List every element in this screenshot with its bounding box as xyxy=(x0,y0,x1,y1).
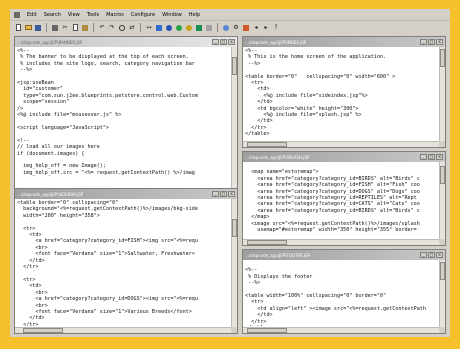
vertical-scrollbar[interactable] xyxy=(439,162,445,239)
window-title: ...\dispcode_app\JSP\FOOTER.JSP xyxy=(245,252,311,258)
window-title-bar[interactable]: ...\dispcode_app\JSP\BANNER.JSP _ □ × xyxy=(15,37,237,47)
menu-edit[interactable]: Edit xyxy=(27,12,37,18)
window-title: ...\dispcode_app\JSP\INDEX.JSP xyxy=(245,39,307,45)
menu-search[interactable]: Search xyxy=(44,12,61,18)
palette-icon[interactable] xyxy=(242,24,250,32)
horizontal-scrollbar[interactable] xyxy=(243,239,439,245)
code-line: </table> xyxy=(245,325,438,326)
index-jsp-window[interactable]: ...\dispcode_app\JSP\INDEX.JSP _ □ × <%-… xyxy=(242,36,446,148)
horizontal-scrollbar[interactable] xyxy=(243,327,439,333)
editor-application: Edit Search View Tools Macros Configure … xyxy=(10,9,450,337)
code-line: </tr> xyxy=(17,321,39,326)
window-title-bar[interactable]: ...\dispcode_app\JSP\INDEX.JSP _ □ × xyxy=(243,37,445,47)
horizontal-scrollbar[interactable] xyxy=(243,141,439,147)
next-icon[interactable]: ▸ xyxy=(262,24,270,32)
code-editor[interactable]: <%-- % The banner to be displayed at the… xyxy=(16,48,230,203)
previous-icon[interactable]: ◂ xyxy=(252,24,260,32)
maximize-icon[interactable]: □ xyxy=(220,191,227,197)
code-editor[interactable]: <table border="0" cellspacing="0" backgr… xyxy=(16,200,230,326)
sidebar-jsp-window[interactable]: ...\dispcode_app\JSP\SIDEBAR.JSP _ □ × <… xyxy=(14,188,238,334)
code-line: img_help_off.src = "<%= request.getConte… xyxy=(17,169,195,176)
banner-jsp-window[interactable]: ...\dispcode_app\JSP\BANNER.JSP _ □ × <%… xyxy=(14,36,238,211)
open-folder-icon[interactable] xyxy=(24,24,32,32)
config-icon[interactable]: ⚙ xyxy=(232,24,240,32)
save-icon[interactable] xyxy=(34,24,42,32)
maximize-icon[interactable]: □ xyxy=(428,39,435,45)
cut-icon[interactable]: ✂ xyxy=(61,24,69,32)
tool-icon[interactable] xyxy=(205,24,213,32)
debug-icon[interactable] xyxy=(185,24,193,32)
minimize-icon[interactable]: _ xyxy=(212,191,219,197)
browser-icon[interactable] xyxy=(222,24,230,32)
new-file-icon[interactable] xyxy=(14,24,22,32)
footer-jsp-window[interactable]: ...\dispcode_app\JSP\FOOTER.JSP _ □ × <%… xyxy=(242,249,446,334)
code-line: usemap="#estoremap" width="350" height="… xyxy=(245,227,417,234)
print-icon[interactable] xyxy=(51,24,59,32)
toolbar-separator xyxy=(46,23,47,32)
code-line: <area href="category?category_id=CATS" a… xyxy=(245,201,420,208)
run-icon[interactable] xyxy=(175,24,183,32)
window-title: ...\dispcode_app\JSP\BANNER.JSP xyxy=(17,39,83,45)
maximize-icon[interactable]: □ xyxy=(428,154,435,160)
vertical-scrollbar[interactable] xyxy=(439,47,445,141)
menu-view[interactable]: View xyxy=(68,12,80,18)
replace-icon[interactable]: ⇄ xyxy=(128,24,136,32)
minimize-icon[interactable]: _ xyxy=(212,39,219,45)
minimize-icon[interactable]: _ xyxy=(420,39,427,45)
menu-configure[interactable]: Configure xyxy=(131,12,155,18)
vertical-scrollbar[interactable] xyxy=(439,260,445,327)
build-icon[interactable] xyxy=(195,24,203,32)
close-icon[interactable]: × xyxy=(436,154,443,160)
bookmark-icon[interactable] xyxy=(155,24,163,32)
close-icon[interactable]: × xyxy=(436,252,443,258)
menu-macros[interactable]: Macros xyxy=(106,12,124,18)
goto-icon[interactable]: ↦ xyxy=(145,24,153,32)
toolbar-separator xyxy=(93,23,94,32)
toolbar: ✂ ↶ ↷ ⇄ ↦ ⚙ ◂ ▸ ? xyxy=(10,21,450,34)
minimize-icon[interactable]: _ xyxy=(420,252,427,258)
menu-window[interactable]: Window xyxy=(162,12,182,18)
compile-icon[interactable] xyxy=(165,24,173,32)
window-title-bar[interactable]: ...\dispcode_app\JSP\FOOTER.JSP _ □ × xyxy=(243,250,445,260)
code-line: <area href="category?category_id=FISH" a… xyxy=(245,182,420,189)
maximize-icon[interactable]: □ xyxy=(428,252,435,258)
copy-icon[interactable] xyxy=(71,24,79,32)
redo-icon[interactable]: ↷ xyxy=(108,24,116,32)
paste-icon[interactable] xyxy=(81,24,89,32)
code-line: <area href="category?category_id=BIRDS" … xyxy=(245,207,420,214)
window-title-bar[interactable]: ...\dispcode_app\JSP\SPLASH.JSP _ □ × xyxy=(243,152,445,162)
vertical-scrollbar[interactable] xyxy=(231,47,237,204)
help-icon[interactable]: ? xyxy=(272,24,280,32)
maximize-icon[interactable]: □ xyxy=(220,39,227,45)
code-editor[interactable]: <%-- % Displays the footer --%> <table w… xyxy=(244,261,438,326)
close-icon[interactable]: × xyxy=(228,191,235,197)
window-title: ...\dispcode_app\JSP\SPLASH.JSP xyxy=(245,154,310,160)
search-icon[interactable] xyxy=(118,24,126,32)
window-title-bar[interactable]: ...\dispcode_app\JSP\SIDEBAR.JSP _ □ × xyxy=(15,189,237,199)
menu-help[interactable]: Help xyxy=(189,12,200,18)
toolbar-separator xyxy=(140,23,141,32)
toolbar-separator xyxy=(217,23,218,32)
code-editor[interactable]: <map name="estoremap"> <area href="categ… xyxy=(244,163,438,238)
undo-icon[interactable]: ↶ xyxy=(98,24,106,32)
window-title: ...\dispcode_app\JSP\SIDEBAR.JSP xyxy=(17,191,84,197)
code-line: </table> xyxy=(245,131,270,138)
yellow-photo-frame: Edit Search View Tools Macros Configure … xyxy=(0,0,460,349)
code-line: <td align="left" ><image src="<%=request… xyxy=(245,305,426,312)
splash-jsp-window[interactable]: ...\dispcode_app\JSP\SPLASH.JSP _ □ × <m… xyxy=(242,151,446,246)
menu-bar: Edit Search View Tools Macros Configure … xyxy=(10,9,450,21)
horizontal-scrollbar[interactable] xyxy=(15,327,231,333)
minimize-icon[interactable]: _ xyxy=(420,154,427,160)
vertical-scrollbar[interactable] xyxy=(231,199,237,327)
menu-tools[interactable]: Tools xyxy=(87,12,99,18)
app-menu-icon[interactable] xyxy=(14,11,20,18)
close-icon[interactable]: × xyxy=(228,39,235,45)
close-icon[interactable]: × xyxy=(436,39,443,45)
code-editor[interactable]: <%-- % This is the home screen of the ap… xyxy=(244,48,438,140)
